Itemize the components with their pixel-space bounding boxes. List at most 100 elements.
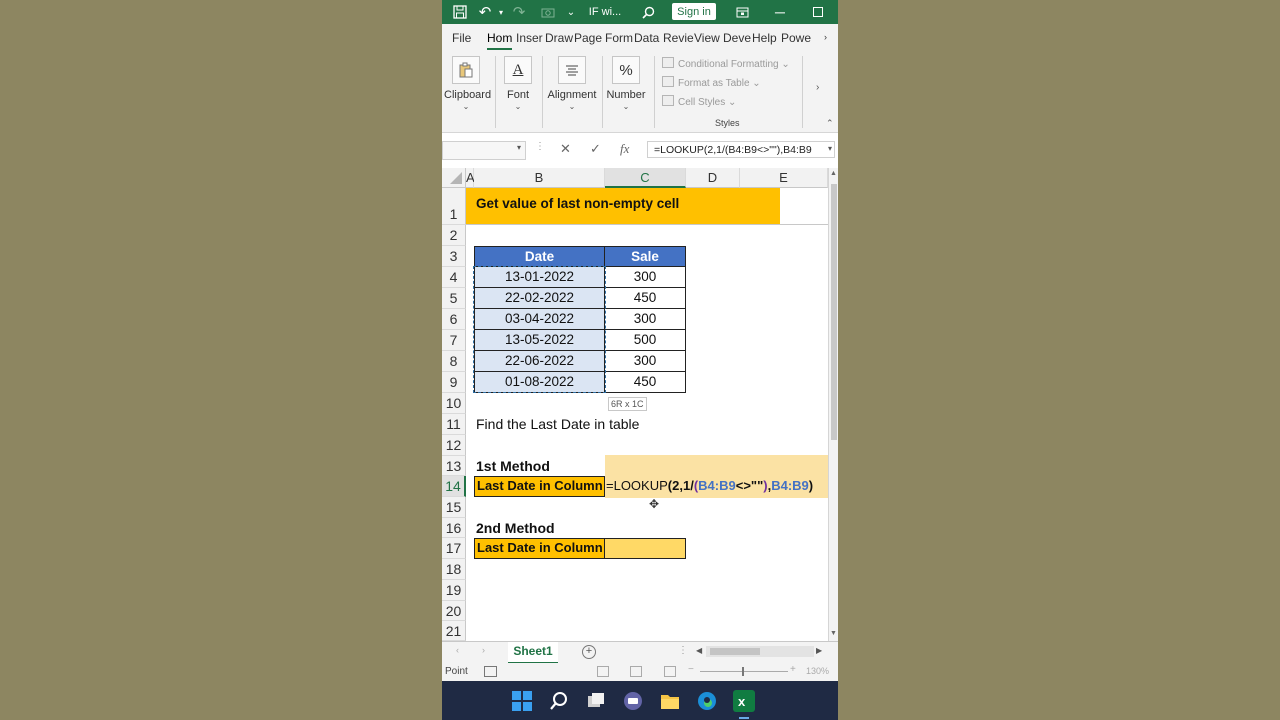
alignment-group[interactable]: Alignment ⌄ [544, 52, 600, 130]
start-icon[interactable] [511, 690, 533, 712]
tab-formulas[interactable]: Form [605, 31, 633, 45]
row-header[interactable]: 1 [442, 188, 466, 225]
undo-dropdown-icon[interactable]: ▾ [496, 0, 506, 24]
ribbon-display-icon[interactable] [732, 0, 752, 24]
normal-view-icon[interactable] [597, 666, 609, 677]
row-header[interactable]: 6 [442, 309, 466, 330]
add-sheet-icon[interactable]: + [582, 645, 596, 659]
row-header[interactable]: 17 [442, 538, 466, 559]
clipboard-group[interactable]: Clipboard ⌄ [444, 52, 491, 130]
sale-cell[interactable]: 300 [604, 266, 686, 288]
column-header-d[interactable]: D [686, 168, 740, 188]
row-header[interactable]: 14 [442, 476, 466, 497]
tab-power[interactable]: Powe [781, 31, 811, 45]
ribbon-scroll-right-icon[interactable]: › [816, 82, 819, 93]
row-header[interactable]: 13 [442, 456, 466, 476]
sheet-scroll-left-icon[interactable]: ‹ [456, 645, 459, 655]
customize-toolbar-icon[interactable]: ⌄ [564, 0, 578, 24]
page-layout-view-icon[interactable] [630, 666, 642, 677]
tab-data[interactable]: Data [634, 31, 659, 45]
tab-draw[interactable]: Draw [545, 31, 573, 45]
row-header[interactable]: 8 [442, 351, 466, 372]
scroll-down-icon[interactable]: ▼ [830, 630, 837, 637]
formula-input[interactable]: =LOOKUP(2,1/(B4:B9<>""),B4:B9 [647, 141, 835, 158]
row-header[interactable]: 16 [442, 518, 466, 538]
edge-icon[interactable] [696, 690, 718, 712]
sale-cell[interactable]: 450 [604, 371, 686, 393]
row-header[interactable]: 7 [442, 330, 466, 351]
scroll-right-icon[interactable]: ▶ [816, 646, 822, 655]
column-header-a[interactable]: A [466, 168, 475, 188]
font-group[interactable]: A Font ⌄ [498, 52, 538, 130]
sign-in-button[interactable]: Sign in [672, 3, 716, 20]
date-cell[interactable]: 13-05-2022 [474, 329, 605, 351]
taskbar-search-icon[interactable] [548, 690, 570, 712]
redo-icon[interactable]: ↷ [508, 0, 530, 24]
cell-styles-button[interactable]: Cell Styles ⌄ [662, 95, 736, 108]
undo-icon[interactable]: ↶ [474, 0, 496, 24]
row-header[interactable]: 18 [442, 559, 466, 580]
last-date-label-2[interactable]: Last Date in Column [474, 538, 605, 559]
column-header-b[interactable]: B [474, 168, 605, 188]
formula-edit-cell[interactable]: =LOOKUP(2,1/(B4:B9<>""),B4:B9) [606, 477, 828, 497]
minimize-icon[interactable]: ─ [770, 0, 790, 24]
column-header-c[interactable]: C [605, 168, 686, 188]
row-header[interactable]: 4 [442, 267, 466, 288]
sale-cell[interactable]: 300 [604, 308, 686, 330]
horizontal-scrollbar[interactable] [706, 646, 814, 657]
header-sale[interactable]: Sale [604, 246, 686, 267]
date-cell[interactable]: 22-02-2022 [474, 287, 605, 309]
vertical-scrollbar[interactable]: ▲ ▼ [828, 168, 838, 642]
zoom-level[interactable]: 130% [806, 666, 829, 676]
row-header[interactable]: 19 [442, 580, 466, 601]
save-icon[interactable] [450, 0, 470, 24]
chat-icon[interactable] [622, 690, 644, 712]
row-header[interactable]: 5 [442, 288, 466, 309]
method-1-heading[interactable]: 1st Method [476, 456, 596, 476]
vertical-scroll-thumb[interactable] [831, 184, 837, 440]
collapse-ribbon-icon[interactable]: ⌃ [826, 118, 834, 129]
sale-cell[interactable]: 300 [604, 350, 686, 372]
cancel-icon[interactable]: ✕ [560, 141, 571, 158]
insert-function-icon[interactable]: fx [620, 141, 629, 158]
expand-formula-bar-icon[interactable]: ▾ [828, 144, 832, 153]
sheet-tab-sheet1[interactable]: Sheet1 [508, 642, 558, 664]
tab-review[interactable]: Revie [663, 31, 694, 45]
format-as-table-button[interactable]: Format as Table ⌄ [662, 76, 761, 89]
tab-developer[interactable]: Deve [723, 31, 751, 45]
row-header[interactable]: 10 [442, 393, 466, 414]
macro-record-icon[interactable] [484, 666, 497, 677]
tab-file[interactable]: File [452, 31, 471, 45]
date-cell[interactable]: 03-04-2022 [474, 308, 605, 330]
zoom-slider-thumb[interactable] [742, 667, 744, 676]
find-instruction[interactable]: Find the Last Date in table [476, 414, 726, 435]
sale-cell[interactable]: 500 [604, 329, 686, 351]
tab-help[interactable]: Help [752, 31, 777, 45]
name-box[interactable]: ▾ [442, 141, 526, 160]
maximize-icon[interactable] [808, 0, 828, 24]
result-cell-2[interactable] [604, 538, 686, 559]
tab-insert[interactable]: Inser [516, 31, 543, 45]
last-date-label[interactable]: Last Date in Column [474, 476, 605, 497]
row-header[interactable]: 2 [442, 225, 466, 246]
row-header[interactable]: 21 [442, 621, 466, 641]
row-header[interactable]: 11 [442, 414, 466, 435]
date-cell[interactable]: 22-06-2022 [474, 350, 605, 372]
tab-view[interactable]: View [694, 31, 720, 45]
tab-home[interactable]: Hom [487, 31, 513, 50]
excel-taskbar-icon[interactable]: x [733, 690, 755, 712]
number-group[interactable]: % Number ⌄ [604, 52, 648, 130]
row-header[interactable]: 12 [442, 435, 466, 456]
row-header[interactable]: 3 [442, 246, 466, 267]
date-cell[interactable]: 01-08-2022 [474, 371, 605, 393]
tabs-scroll-right-icon[interactable]: › [824, 32, 827, 42]
sheet-title[interactable]: Get value of last non-empty cell [466, 188, 780, 224]
camera-icon[interactable] [538, 0, 558, 24]
enter-icon[interactable]: ✓ [590, 141, 601, 158]
scroll-up-icon[interactable]: ▲ [830, 170, 837, 177]
sheet-scroll-right-icon[interactable]: › [482, 645, 485, 655]
conditional-formatting-button[interactable]: Conditional Formatting ⌄ [662, 57, 790, 70]
method-2-heading[interactable]: 2nd Method [476, 518, 596, 538]
page-break-view-icon[interactable] [664, 666, 676, 677]
row-header[interactable]: 9 [442, 372, 466, 393]
